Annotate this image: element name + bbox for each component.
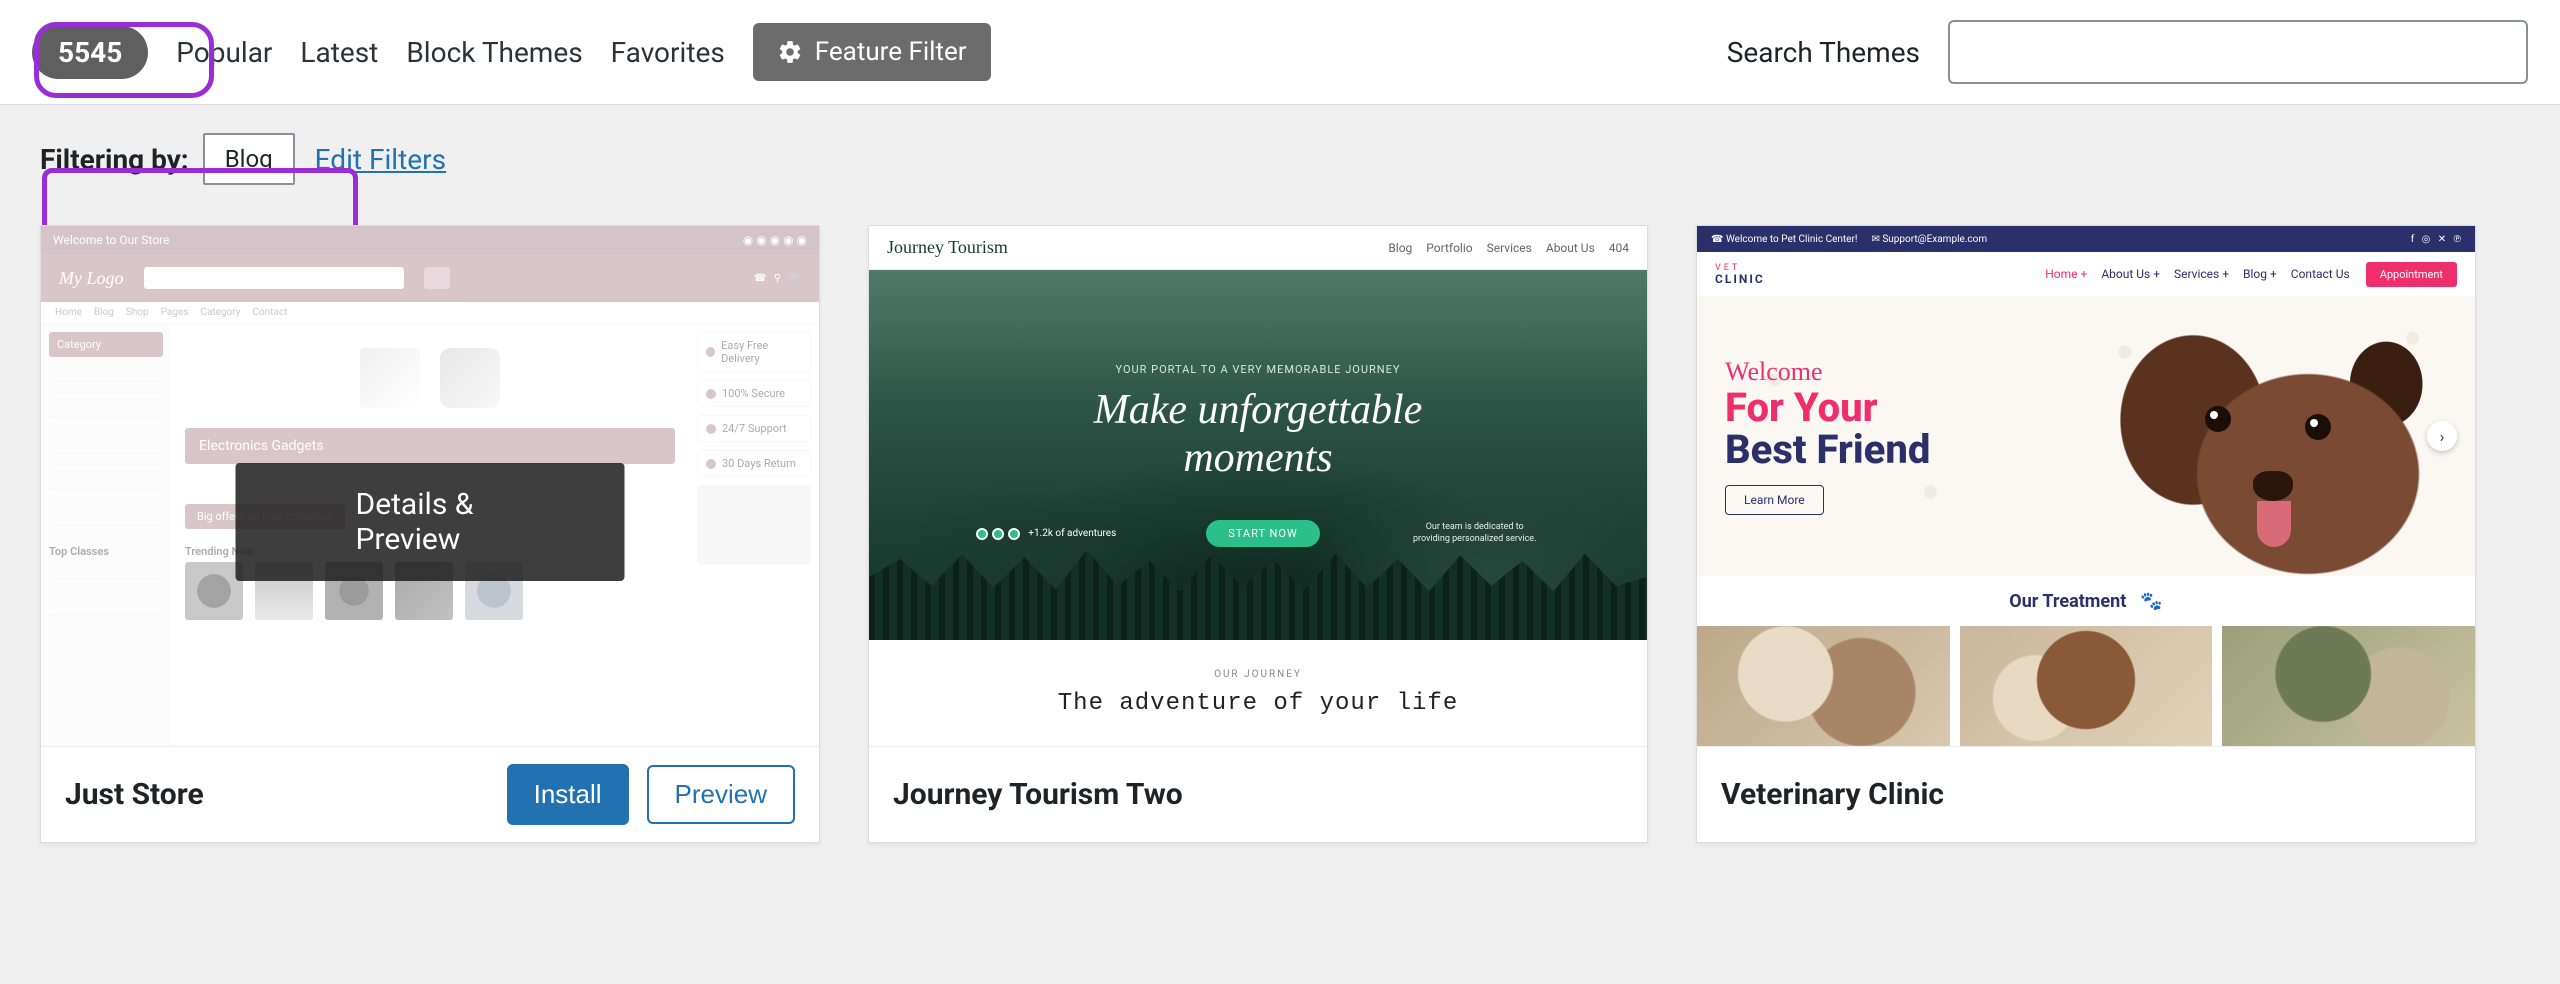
- install-button[interactable]: Install: [507, 764, 629, 825]
- tab-block-themes[interactable]: Block Themes: [406, 36, 582, 69]
- theme-name: Just Store: [65, 777, 489, 812]
- filtering-by-label: Filtering by:: [40, 143, 189, 176]
- paw-icon: 🐾: [2140, 591, 2162, 612]
- filter-tag-blog[interactable]: Blog: [203, 133, 295, 185]
- theme-thumbnail: ☎ Welcome to Pet Clinic Center! ✉ Suppor…: [1697, 226, 2475, 746]
- theme-footer: Veterinary Clinic: [1697, 746, 2475, 842]
- details-preview-button[interactable]: Details & Preview: [236, 463, 625, 581]
- thumb-appointment-button: Appointment: [2366, 262, 2457, 287]
- filter-row: Filtering by: Blog Edit Filters: [0, 105, 2560, 225]
- thumb-start-button: START NOW: [1206, 520, 1319, 547]
- gear-icon: [777, 39, 803, 65]
- theme-thumbnail: Welcome to Our Store ◉ ◉ ◉ ◉ ◉ My Logo ☎…: [41, 226, 819, 746]
- edit-filters-link[interactable]: Edit Filters: [315, 143, 446, 176]
- tab-popular[interactable]: Popular: [176, 36, 272, 69]
- thumb-treatment-strip: [1697, 626, 2475, 746]
- thumb-dog-image: [2055, 296, 2475, 576]
- theme-thumbnail: Journey Tourism Blog Portfolio Services …: [869, 226, 1647, 746]
- theme-footer: Journey Tourism Two: [869, 746, 1647, 842]
- theme-name: Journey Tourism Two: [893, 777, 1623, 812]
- tab-latest[interactable]: Latest: [300, 36, 378, 69]
- theme-footer: Just Store Install Preview: [41, 746, 819, 842]
- thumb-nav: Blog Portfolio Services About Us 404: [1388, 241, 1629, 255]
- search-themes-label: Search Themes: [1727, 36, 1920, 69]
- themes-toolbar: 5545 Popular Latest Block Themes Favorit…: [0, 0, 2560, 105]
- themes-count-pill: 5545: [32, 26, 148, 79]
- theme-name: Veterinary Clinic: [1721, 777, 2451, 812]
- search-themes-input[interactable]: [1948, 20, 2528, 84]
- carousel-next-icon: ›: [2427, 421, 2457, 451]
- feature-filter-label: Feature Filter: [815, 37, 967, 67]
- theme-card-journey-tourism[interactable]: Journey Tourism Blog Portfolio Services …: [868, 225, 1648, 843]
- thumb-bottom: OUR JOURNEY The adventure of your life: [869, 640, 1647, 746]
- thumb-topbar: ☎ Welcome to Pet Clinic Center! ✉ Suppor…: [1697, 226, 2475, 252]
- theme-card-just-store[interactable]: Welcome to Our Store ◉ ◉ ◉ ◉ ◉ My Logo ☎…: [40, 225, 820, 843]
- thumb-header: VET CLINIC Home + About Us + Services + …: [1697, 252, 2475, 296]
- social-icons: f ◎ ✕ ℗: [2411, 234, 2461, 245]
- tab-favorites[interactable]: Favorites: [611, 36, 725, 69]
- theme-card-veterinary-clinic[interactable]: ☎ Welcome to Pet Clinic Center! ✉ Suppor…: [1696, 225, 2476, 843]
- feature-filter-button[interactable]: Feature Filter: [753, 23, 991, 81]
- thumb-treatment-heading: Our Treatment 🐾: [1697, 576, 2475, 626]
- thumb-hero: Welcome For Your Best Friend Learn More: [1697, 296, 2475, 576]
- thumb-hero: YOUR PORTAL TO A VERY MEMORABLE JOURNEY …: [869, 270, 1647, 640]
- thumb-brand: Journey Tourism: [887, 237, 1008, 258]
- themes-grid: Welcome to Our Store ◉ ◉ ◉ ◉ ◉ My Logo ☎…: [0, 225, 2560, 843]
- preview-button[interactable]: Preview: [647, 765, 795, 824]
